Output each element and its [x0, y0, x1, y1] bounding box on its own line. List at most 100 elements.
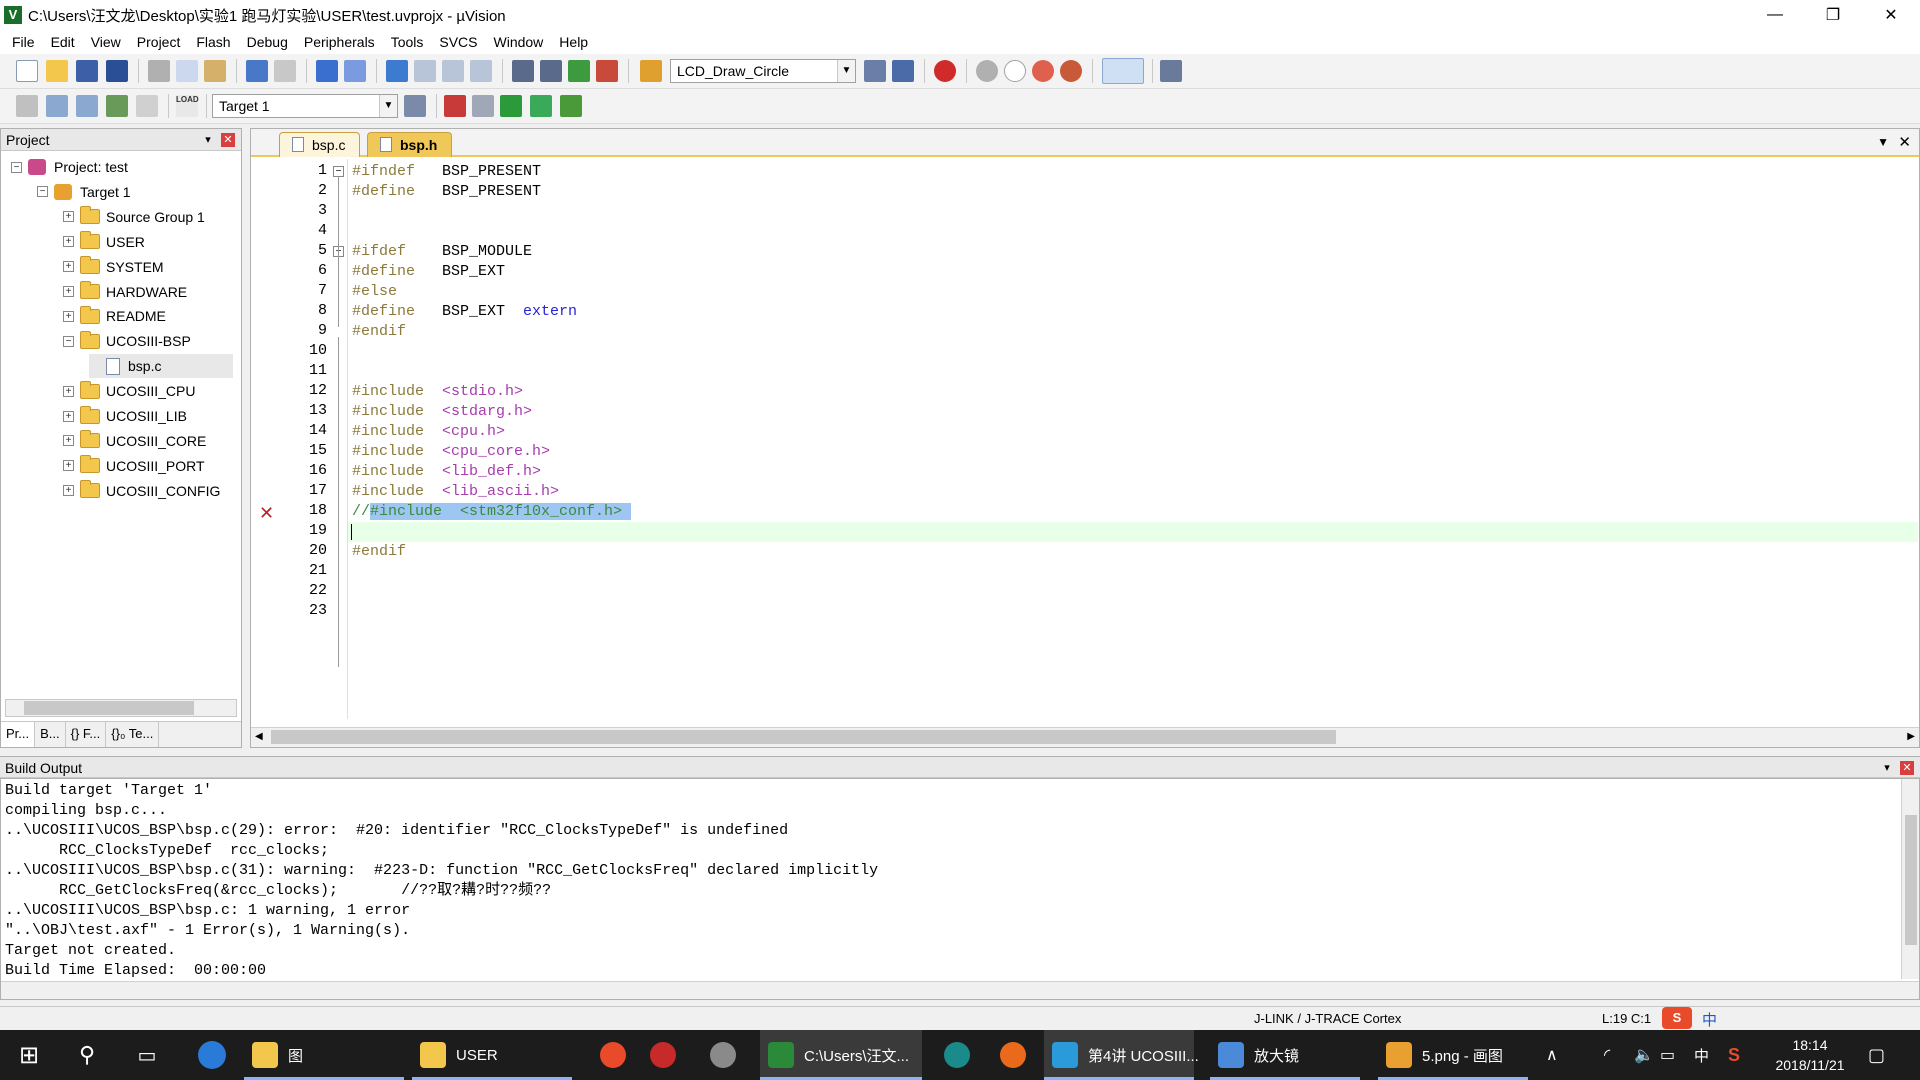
arduino-icon[interactable]: [934, 1030, 980, 1080]
scroll-thumb[interactable]: [271, 730, 1336, 744]
menu-item-project[interactable]: Project: [129, 34, 189, 50]
rebuild-icon[interactable]: [76, 95, 98, 117]
tree-item[interactable]: − UCOSIII-BSP: [63, 329, 191, 353]
tray-language[interactable]: 中: [1694, 1030, 1709, 1080]
clock[interactable]: 18:14 2018/11/21: [1760, 1030, 1860, 1080]
pinned-tool-icon[interactable]: [700, 1030, 746, 1080]
batch-build-icon[interactable]: [106, 95, 128, 117]
tree-item[interactable]: + UCOSIII_CPU: [63, 379, 195, 403]
tree-item[interactable]: bsp.c: [89, 354, 233, 379]
copy-icon[interactable]: [176, 60, 198, 82]
build-output-vscrollbar[interactable]: [1901, 779, 1919, 979]
configure-icon[interactable]: [1160, 60, 1182, 82]
tree-item[interactable]: − Target 1: [37, 180, 131, 204]
expand-icon[interactable]: +: [63, 236, 74, 248]
scroll-thumb[interactable]: [24, 701, 194, 715]
expand-icon[interactable]: +: [63, 435, 74, 447]
menu-item-tools[interactable]: Tools: [383, 34, 432, 50]
tree-hscrollbar[interactable]: [5, 699, 237, 717]
paste-icon[interactable]: [204, 60, 226, 82]
sogou-tray-icon[interactable]: S: [1728, 1030, 1740, 1080]
comment-icon[interactable]: [568, 60, 590, 82]
window-layout-icon[interactable]: [1102, 58, 1144, 84]
open-folder-icon[interactable]: [46, 60, 68, 82]
solidworks-icon[interactable]: [640, 1030, 686, 1080]
scroll-thumb[interactable]: [1905, 815, 1917, 945]
run-time-environment-icon[interactable]: [560, 95, 582, 117]
build-output-hscrollbar[interactable]: [1, 981, 1919, 999]
find-icon[interactable]: [864, 60, 886, 82]
build-icon[interactable]: [46, 95, 68, 117]
menu-item-file[interactable]: File: [4, 34, 43, 50]
navigate-back-icon[interactable]: [316, 60, 338, 82]
target-options-icon[interactable]: [404, 95, 426, 117]
close-icon[interactable]: ✕: [1900, 761, 1914, 775]
scroll-left-icon[interactable]: ◀: [255, 731, 263, 742]
manage-project-items-icon[interactable]: [444, 95, 466, 117]
minimize-button[interactable]: —: [1746, 0, 1804, 30]
expand-icon[interactable]: +: [63, 211, 74, 223]
chevron-down-icon[interactable]: ▼: [379, 95, 397, 117]
expand-icon[interactable]: +: [63, 410, 74, 422]
taskbar-item-uvision[interactable]: C:\Users\汪文...: [760, 1030, 922, 1080]
load-icon[interactable]: LOAD: [176, 95, 199, 117]
tree-item[interactable]: + UCOSIII_CONFIG: [63, 479, 220, 503]
taskbar-item-magnifier[interactable]: 放大镜: [1210, 1030, 1360, 1080]
app-s-icon[interactable]: [190, 1030, 234, 1080]
bookmark-icon[interactable]: [386, 60, 408, 82]
save-all-icon[interactable]: [106, 60, 128, 82]
pinned-app-icon[interactable]: [590, 1030, 636, 1080]
tree-item[interactable]: + UCOSIII_LIB: [63, 404, 187, 428]
menu-item-view[interactable]: View: [83, 34, 129, 50]
kill-breakpoints-icon[interactable]: [1060, 60, 1082, 82]
battery-icon[interactable]: ▭: [1660, 1030, 1675, 1080]
task-view-icon[interactable]: ▭: [122, 1030, 172, 1080]
menu-item-window[interactable]: Window: [486, 34, 552, 50]
search-icon[interactable]: ⚲: [62, 1030, 112, 1080]
panel-tab-3[interactable]: {}₀ Te...: [106, 722, 160, 747]
sogou-ime-icon[interactable]: S: [1662, 1007, 1692, 1029]
panel-tab-0[interactable]: Pr...: [1, 722, 36, 747]
tree-item[interactable]: + HARDWARE: [63, 280, 187, 304]
pin-icon[interactable]: ▾: [201, 133, 215, 147]
function-combo[interactable]: LCD_Draw_Circle ▼: [670, 59, 856, 83]
prev-bookmark-icon[interactable]: [414, 60, 436, 82]
navigate-forward-icon[interactable]: [344, 60, 366, 82]
fold-collapse-icon[interactable]: −: [333, 166, 344, 177]
chevron-down-icon[interactable]: ▼: [837, 60, 855, 82]
expand-icon[interactable]: +: [63, 286, 74, 297]
undo-icon[interactable]: [246, 60, 268, 82]
expand-icon[interactable]: +: [63, 460, 74, 472]
editor-hscrollbar[interactable]: ◀ ▶: [251, 727, 1919, 747]
redo-icon[interactable]: [274, 60, 296, 82]
editor-tab-bsp-h[interactable]: bsp.h: [367, 132, 453, 157]
collapse-icon[interactable]: −: [11, 161, 22, 173]
expand-icon[interactable]: +: [63, 261, 74, 273]
unindent-icon[interactable]: [540, 60, 562, 82]
scroll-right-icon[interactable]: ▶: [1907, 731, 1915, 742]
editor-tab-bsp-c[interactable]: bsp.c: [279, 132, 361, 157]
tab-list-chevron-icon[interactable]: ▼: [1877, 135, 1889, 149]
notification-icon[interactable]: ▢: [1868, 1030, 1885, 1080]
tree-item[interactable]: + SYSTEM: [63, 255, 164, 279]
clear-bookmarks-icon[interactable]: [470, 60, 492, 82]
enable-breakpoint-icon[interactable]: [1004, 60, 1026, 82]
tree-item[interactable]: − Project: test: [11, 155, 128, 179]
code-area[interactable]: #ifndef BSP_PRESENT #define BSP_PRESENT #i…: [347, 159, 1918, 719]
collapse-icon[interactable]: −: [37, 186, 48, 198]
target-combo[interactable]: Target 1 ▼: [212, 94, 398, 118]
start-debug-icon[interactable]: [934, 60, 956, 82]
menu-item-peripherals[interactable]: Peripherals: [296, 34, 383, 50]
next-bookmark-icon[interactable]: [442, 60, 464, 82]
browser-icon[interactable]: [990, 1030, 1036, 1080]
save-icon[interactable]: [76, 60, 98, 82]
taskbar-item-folder-pictures[interactable]: 图: [244, 1030, 404, 1080]
menu-item-debug[interactable]: Debug: [239, 34, 296, 50]
expand-icon[interactable]: +: [63, 385, 74, 397]
windows-start-button[interactable]: ⊞: [0, 1030, 58, 1080]
close-tab-icon[interactable]: ✕: [1898, 133, 1911, 151]
menu-item-edit[interactable]: Edit: [43, 34, 83, 50]
expand-icon[interactable]: +: [63, 485, 74, 497]
collapse-icon[interactable]: −: [63, 335, 74, 347]
tree-item[interactable]: + Source Group 1: [63, 205, 205, 229]
